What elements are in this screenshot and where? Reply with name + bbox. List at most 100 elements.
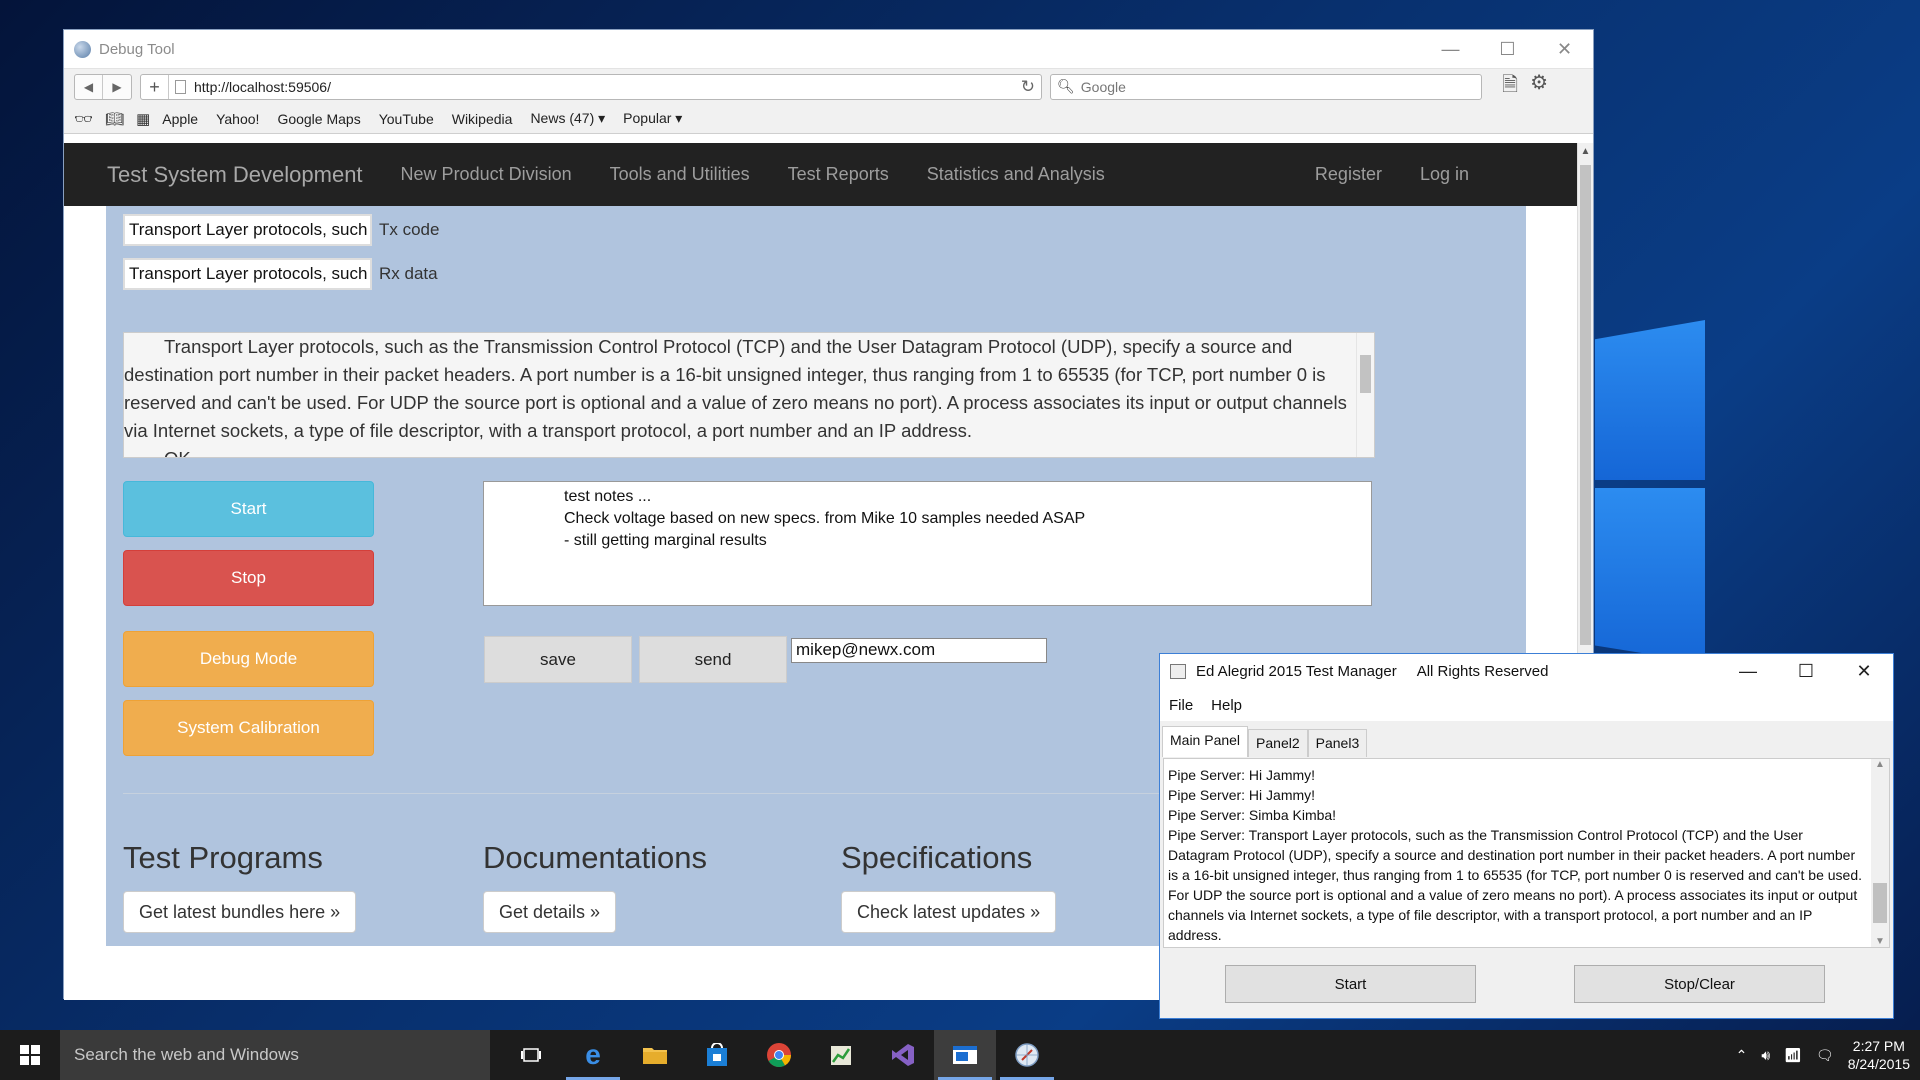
network-icon[interactable]: 📶︎ <box>1784 1047 1802 1064</box>
task-view-icon[interactable] <box>500 1030 562 1080</box>
debug-mode-button[interactable]: Debug Mode <box>123 631 374 687</box>
app-icon <box>1170 664 1186 679</box>
check-latest-updates-button[interactable]: Check latest updates » <box>841 891 1057 933</box>
textarea-scrollbar[interactable] <box>1356 333 1374 457</box>
taskbar: Search the web and Windows e ⌃ 🔊︎ 📶︎ 🗨︎ … <box>0 1030 1920 1080</box>
protocol-text-paragraph: Transport Layer protocols, such as the T… <box>124 336 1347 441</box>
visual-studio-icon[interactable] <box>872 1030 934 1080</box>
nav-test-reports[interactable]: Test Reports <box>788 164 889 185</box>
clock[interactable]: 2:27 PM 8/24/2015 <box>1848 1037 1910 1073</box>
send-button[interactable]: send <box>639 636 787 683</box>
bookmarks-bar: 👓︎ 📖︎ ▦ Apple Yahoo! Google Maps YouTube… <box>64 104 1593 134</box>
save-button[interactable]: save <box>484 636 632 683</box>
site-brand[interactable]: Test System Development <box>107 162 363 188</box>
get-latest-bundles-button[interactable]: Get latest bundles here » <box>123 891 357 933</box>
address-bar[interactable]: + http://localhost:59506/ ↻ <box>140 73 1042 100</box>
browser-title-bar: Debug Tool — ☐ ✕ <box>64 30 1593 68</box>
top-sites-grid-icon[interactable]: ▦ <box>136 110 150 128</box>
reading-list-icon[interactable]: 👓︎ <box>74 110 93 128</box>
log-line: Pipe Server: Hi Jammy! <box>1168 787 1316 803</box>
url-text: http://localhost:59506/ <box>194 78 331 95</box>
bookmark-news[interactable]: News (47) ▾ <box>530 110 605 127</box>
heading-test-programs: Test Programs <box>123 840 323 875</box>
log-scrollbar[interactable]: ▲ ▼ <box>1871 759 1889 947</box>
test-manager-window: Ed Alegrid 2015 Test Manager All Rights … <box>1159 653 1894 1019</box>
minimize-icon[interactable]: — <box>1719 661 1777 682</box>
test-manager-taskbar-icon[interactable] <box>934 1030 996 1080</box>
browser-toolbar: ◀ ▶ + http://localhost:59506/ ↻ 🔍︎ Googl… <box>64 68 1593 104</box>
protocol-text-ok: OK <box>124 445 1352 457</box>
nav-new-product-division[interactable]: New Product Division <box>401 164 572 185</box>
tab-panel2[interactable]: Panel2 <box>1248 729 1308 757</box>
bookmarks-book-icon[interactable]: 📖︎ <box>105 110 124 128</box>
bookmark-youtube[interactable]: YouTube <box>379 111 434 127</box>
scroll-down-icon[interactable]: ▼ <box>1871 936 1889 947</box>
nav-log-in[interactable]: Log in <box>1420 164 1469 185</box>
windows-logo-wallpaper <box>1595 320 1705 665</box>
bookmark-apple[interactable]: Apple <box>162 111 198 127</box>
system-tray: ⌃ 🔊︎ 📶︎ 🗨︎ 2:27 PM 8/24/2015 <box>1736 1037 1910 1073</box>
close-icon[interactable]: ✕ <box>1536 39 1593 60</box>
tab-panel3[interactable]: Panel3 <box>1307 729 1368 757</box>
scroll-up-icon[interactable]: ▲ <box>1871 759 1889 770</box>
taskbar-search-input[interactable]: Search the web and Windows <box>60 1030 490 1080</box>
nav-tools-and-utilities[interactable]: Tools and Utilities <box>610 164 750 185</box>
store-icon[interactable] <box>686 1030 748 1080</box>
search-placeholder: Google <box>1080 78 1126 95</box>
stop-button[interactable]: Stop <box>123 550 374 606</box>
nav-statistics-and-analysis[interactable]: Statistics and Analysis <box>927 164 1105 185</box>
bookmark-wikipedia[interactable]: Wikipedia <box>452 111 513 127</box>
reload-icon[interactable]: ↻ <box>1021 77 1035 97</box>
scroll-thumb[interactable] <box>1873 883 1887 923</box>
tm-stop-clear-button[interactable]: Stop/Clear <box>1574 965 1825 1003</box>
minimize-icon[interactable]: — <box>1422 39 1479 60</box>
app-chart-icon[interactable] <box>810 1030 872 1080</box>
email-field[interactable]: mikep@newx.com <box>791 638 1047 663</box>
search-icon: 🔍︎ <box>1057 78 1075 94</box>
debug-tool-browser-icon[interactable] <box>996 1030 1058 1080</box>
rx-data-input[interactable]: Transport Layer protocols, such as <box>123 258 372 290</box>
nav-register[interactable]: Register <box>1315 164 1382 185</box>
browser-app-icon <box>74 40 91 58</box>
edge-browser-icon[interactable]: e <box>562 1030 624 1080</box>
tab-main-panel[interactable]: Main Panel <box>1162 726 1249 757</box>
action-center-icon[interactable]: 🗨︎ <box>1816 1047 1834 1064</box>
log-textbox[interactable]: Pipe Server: Hi Jammy! Pipe Server: Hi J… <box>1163 758 1890 948</box>
log-line: Pipe Server: Hi Jammy! <box>1168 767 1316 783</box>
bookmark-yahoo[interactable]: Yahoo! <box>216 111 259 127</box>
close-icon[interactable]: ✕ <box>1835 661 1893 682</box>
scroll-up-icon[interactable]: ▲ <box>1578 143 1593 161</box>
get-details-button[interactable]: Get details » <box>483 891 617 933</box>
rx-data-label: Rx data <box>379 264 438 283</box>
clock-time: 2:27 PM <box>1852 1038 1905 1054</box>
gear-icon[interactable]: ⚙ <box>1530 70 1548 104</box>
protocol-textarea[interactable]: Transport Layer protocols, such as the T… <box>123 332 1375 458</box>
test-manager-title: Ed Alegrid 2015 Test Manager All Rights … <box>1196 663 1549 680</box>
back-icon[interactable]: ◀ <box>75 74 103 99</box>
bookmark-google-maps[interactable]: Google Maps <box>277 111 360 127</box>
show-hidden-icons-icon[interactable]: ⌃ <box>1736 1047 1748 1064</box>
maximize-icon[interactable]: ☐ <box>1479 39 1536 60</box>
start-button[interactable]: Start <box>123 481 374 537</box>
tx-code-input[interactable]: Transport Layer protocols, such as <box>123 214 372 246</box>
bookmark-popular[interactable]: Popular ▾ <box>623 110 682 127</box>
system-calibration-button[interactable]: System Calibration <box>123 700 374 756</box>
tab-strip: Main Panel Panel2 Panel3 <box>1162 726 1368 757</box>
test-notes-textarea[interactable]: test notes ... Check voltage based on ne… <box>483 481 1372 606</box>
scroll-thumb[interactable] <box>1580 165 1591 645</box>
browser-title: Debug Tool <box>99 40 175 58</box>
tm-start-button[interactable]: Start <box>1225 965 1476 1003</box>
file-explorer-icon[interactable] <box>624 1030 686 1080</box>
page-menu-icon[interactable]: 🗎︎ <box>1502 70 1518 104</box>
maximize-icon[interactable]: ☐ <box>1777 661 1835 682</box>
search-input[interactable]: 🔍︎ Google <box>1050 73 1482 100</box>
windows-start-icon[interactable] <box>0 1030 60 1080</box>
forward-icon[interactable]: ▶ <box>103 75 131 99</box>
menu-help[interactable]: Help <box>1211 697 1242 714</box>
tx-code-label: Tx code <box>379 220 440 239</box>
menu-file[interactable]: File <box>1169 697 1193 714</box>
chrome-icon[interactable] <box>748 1030 810 1080</box>
volume-icon[interactable]: 🔊︎ <box>1761 1047 1770 1064</box>
test-manager-title-bar: Ed Alegrid 2015 Test Manager All Rights … <box>1160 654 1893 689</box>
new-tab-icon[interactable]: + <box>141 74 169 99</box>
